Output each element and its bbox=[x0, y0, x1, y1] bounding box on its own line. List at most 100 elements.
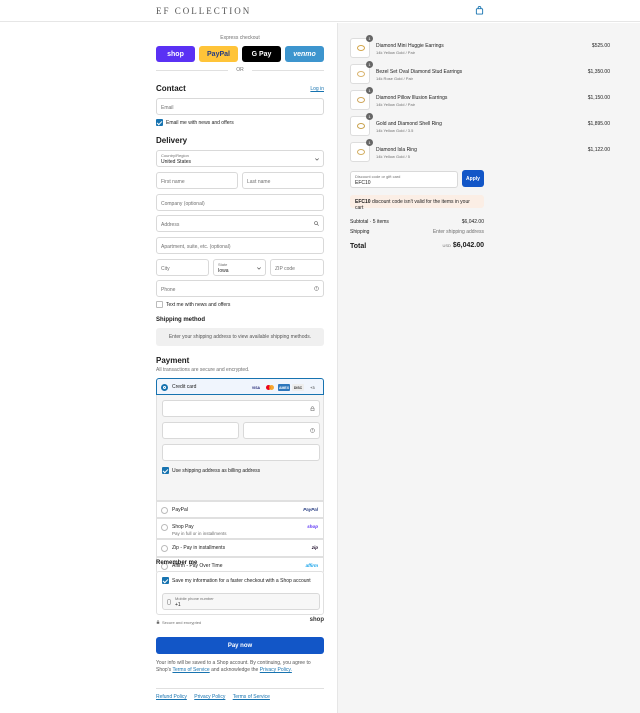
credit-card-radio[interactable] bbox=[161, 384, 168, 391]
credit-card-option[interactable]: Credit card VISA AMEX DISC +3 bbox=[156, 378, 324, 395]
shop-logo: shop bbox=[309, 617, 324, 623]
google-pay-button[interactable]: G Pay bbox=[242, 46, 281, 62]
affirm-logo: affirm bbox=[305, 563, 318, 568]
chevron-down-icon bbox=[315, 158, 319, 161]
shipping-method-heading: Shipping method bbox=[156, 317, 205, 323]
payment-subtitle: All transactions are secure and encrypte… bbox=[156, 367, 250, 373]
item-price: $1,350.00 bbox=[587, 69, 610, 75]
item-price: $525.00 bbox=[591, 43, 610, 49]
jewelry-icon bbox=[357, 149, 365, 155]
apartment-field[interactable]: Apartment, suite, etc. (optional) bbox=[156, 237, 324, 254]
name-on-card-field[interactable] bbox=[162, 444, 320, 461]
svg-text:?: ? bbox=[316, 287, 318, 291]
text-news-checkbox[interactable] bbox=[156, 301, 163, 308]
subtotal-label: Subtotal · 5 items bbox=[350, 219, 389, 225]
payment-option-sublabel: Pay in full or in installments bbox=[172, 531, 227, 536]
quantity-badge: 1 bbox=[366, 87, 373, 94]
order-item: 1 Gold and Diamond Shell Ring 14k Yellow G… bbox=[350, 113, 622, 136]
login-link[interactable]: Log in bbox=[310, 86, 324, 92]
terms-link[interactable]: Terms of Service bbox=[172, 667, 209, 673]
paypal-logo: PayPal bbox=[303, 507, 318, 512]
item-name: Diamond Isla Ring bbox=[376, 147, 417, 153]
visa-icon: VISA bbox=[251, 385, 261, 390]
store-logo[interactable]: EF COLLECTION bbox=[156, 6, 251, 16]
shipping-value: Enter shipping address bbox=[432, 229, 484, 235]
subtotal-value: $6,042.00 bbox=[461, 219, 484, 225]
help-icon[interactable]: ? bbox=[310, 428, 315, 433]
quantity-badge: 1 bbox=[366, 35, 373, 42]
discount-input[interactable]: Discount code or gift card EFC10 bbox=[350, 171, 458, 188]
currency-code: USD bbox=[442, 243, 451, 248]
city-field[interactable]: City bbox=[156, 259, 209, 276]
total-label: Total bbox=[350, 243, 367, 250]
remember-heading: Remember me bbox=[156, 560, 198, 566]
chevron-down-icon bbox=[257, 267, 261, 270]
refund-policy-link[interactable]: Refund Policy bbox=[156, 694, 187, 700]
expiration-field[interactable] bbox=[162, 422, 239, 439]
address-field[interactable]: Address bbox=[156, 215, 324, 232]
more-cards-badge: +3 bbox=[310, 385, 315, 390]
mastercard-icon bbox=[264, 384, 276, 391]
paypal-option[interactable]: PayPal PayPal bbox=[156, 501, 324, 518]
text-news-label: Text me with news and offers bbox=[166, 302, 231, 308]
use-shipping-checkbox[interactable] bbox=[162, 467, 169, 474]
discount-error: EFC10 discount code isn't valid for the … bbox=[350, 195, 484, 211]
email-news-checkbox[interactable] bbox=[156, 119, 163, 126]
header: EF COLLECTION bbox=[0, 0, 640, 22]
lock-icon bbox=[156, 620, 160, 624]
zip-logo: zip bbox=[311, 545, 318, 550]
footer-links: Refund Policy Privacy Policy Terms of Se… bbox=[156, 694, 276, 700]
zip-field[interactable]: ZIP code bbox=[270, 259, 324, 276]
email-news-label: Email me with news and offers bbox=[166, 120, 234, 126]
quantity-badge: 1 bbox=[366, 139, 373, 146]
apply-button[interactable]: Apply bbox=[462, 170, 484, 187]
privacy-link[interactable]: Privacy Policy. bbox=[260, 667, 292, 673]
shipping-method-message: Enter your shipping address to view avai… bbox=[156, 328, 324, 346]
item-name: Diamond Mini Huggie Earrings bbox=[376, 43, 444, 49]
country-select[interactable]: Country/Region United States bbox=[156, 150, 324, 167]
privacy-policy-link[interactable]: Privacy Policy bbox=[194, 694, 225, 700]
first-name-field[interactable]: First name bbox=[156, 172, 238, 189]
paypal-button[interactable]: PayPal bbox=[199, 46, 238, 62]
terms-of-service-link[interactable]: Terms of Service bbox=[233, 694, 270, 700]
contact-heading: Contact bbox=[156, 84, 186, 93]
item-variant: 14k Yellow Gold / Pair bbox=[376, 50, 415, 55]
order-summary: 1 Diamond Mini Huggie Earrings 14k Yellow … bbox=[337, 23, 640, 713]
email-field[interactable]: Email bbox=[156, 98, 324, 115]
footer-divider bbox=[156, 688, 324, 689]
total-amount: USD $6,042.00 bbox=[442, 242, 484, 249]
paypal-radio[interactable] bbox=[161, 507, 168, 514]
payment-option-label: PayPal bbox=[172, 507, 188, 513]
item-name: Diamond Pillow Illusion Earrings bbox=[376, 95, 448, 101]
item-name: Gold and Diamond Shell Ring bbox=[376, 121, 442, 127]
pay-now-button[interactable]: Pay now bbox=[156, 637, 324, 654]
mobile-phone-field[interactable]: Mobile phone number +1 bbox=[162, 593, 320, 610]
security-code-field[interactable]: ? bbox=[243, 422, 320, 439]
payment-option-label: Shop Pay bbox=[172, 524, 194, 530]
quantity-badge: 1 bbox=[366, 61, 373, 68]
shop-pay-button[interactable]: shop bbox=[156, 46, 195, 62]
last-name-field[interactable]: Last name bbox=[242, 172, 324, 189]
discover-icon: DISC bbox=[292, 384, 304, 391]
shopping-bag-icon[interactable] bbox=[475, 6, 484, 15]
card-number-field[interactable] bbox=[162, 400, 320, 417]
company-field[interactable]: Company (optional) bbox=[156, 194, 324, 211]
use-shipping-label: Use shipping address as billing address bbox=[172, 468, 261, 474]
state-select[interactable]: State Iowa bbox=[213, 259, 266, 276]
shop-pay-logo: shop bbox=[307, 524, 318, 529]
or-divider: OR bbox=[156, 67, 324, 73]
save-info-label: Save my information for a faster checkou… bbox=[172, 578, 311, 584]
item-variant: 14k Yellow Gold / Pair bbox=[376, 102, 415, 107]
lock-icon bbox=[310, 406, 315, 411]
venmo-button[interactable]: venmo bbox=[285, 46, 324, 62]
shop-pay-option[interactable]: Shop Pay Pay in full or in installments sh… bbox=[156, 518, 324, 539]
help-icon[interactable]: ? bbox=[314, 286, 319, 291]
phone-field[interactable]: Phone ? bbox=[156, 280, 324, 297]
jewelry-icon bbox=[357, 71, 365, 77]
shop-pay-radio[interactable] bbox=[161, 524, 168, 531]
save-info-checkbox[interactable] bbox=[162, 577, 169, 584]
quantity-badge: 1 bbox=[366, 113, 373, 120]
zip-radio[interactable] bbox=[161, 545, 168, 552]
zip-option[interactable]: Zip - Pay in installments zip bbox=[156, 539, 324, 557]
svg-text:?: ? bbox=[312, 429, 314, 433]
